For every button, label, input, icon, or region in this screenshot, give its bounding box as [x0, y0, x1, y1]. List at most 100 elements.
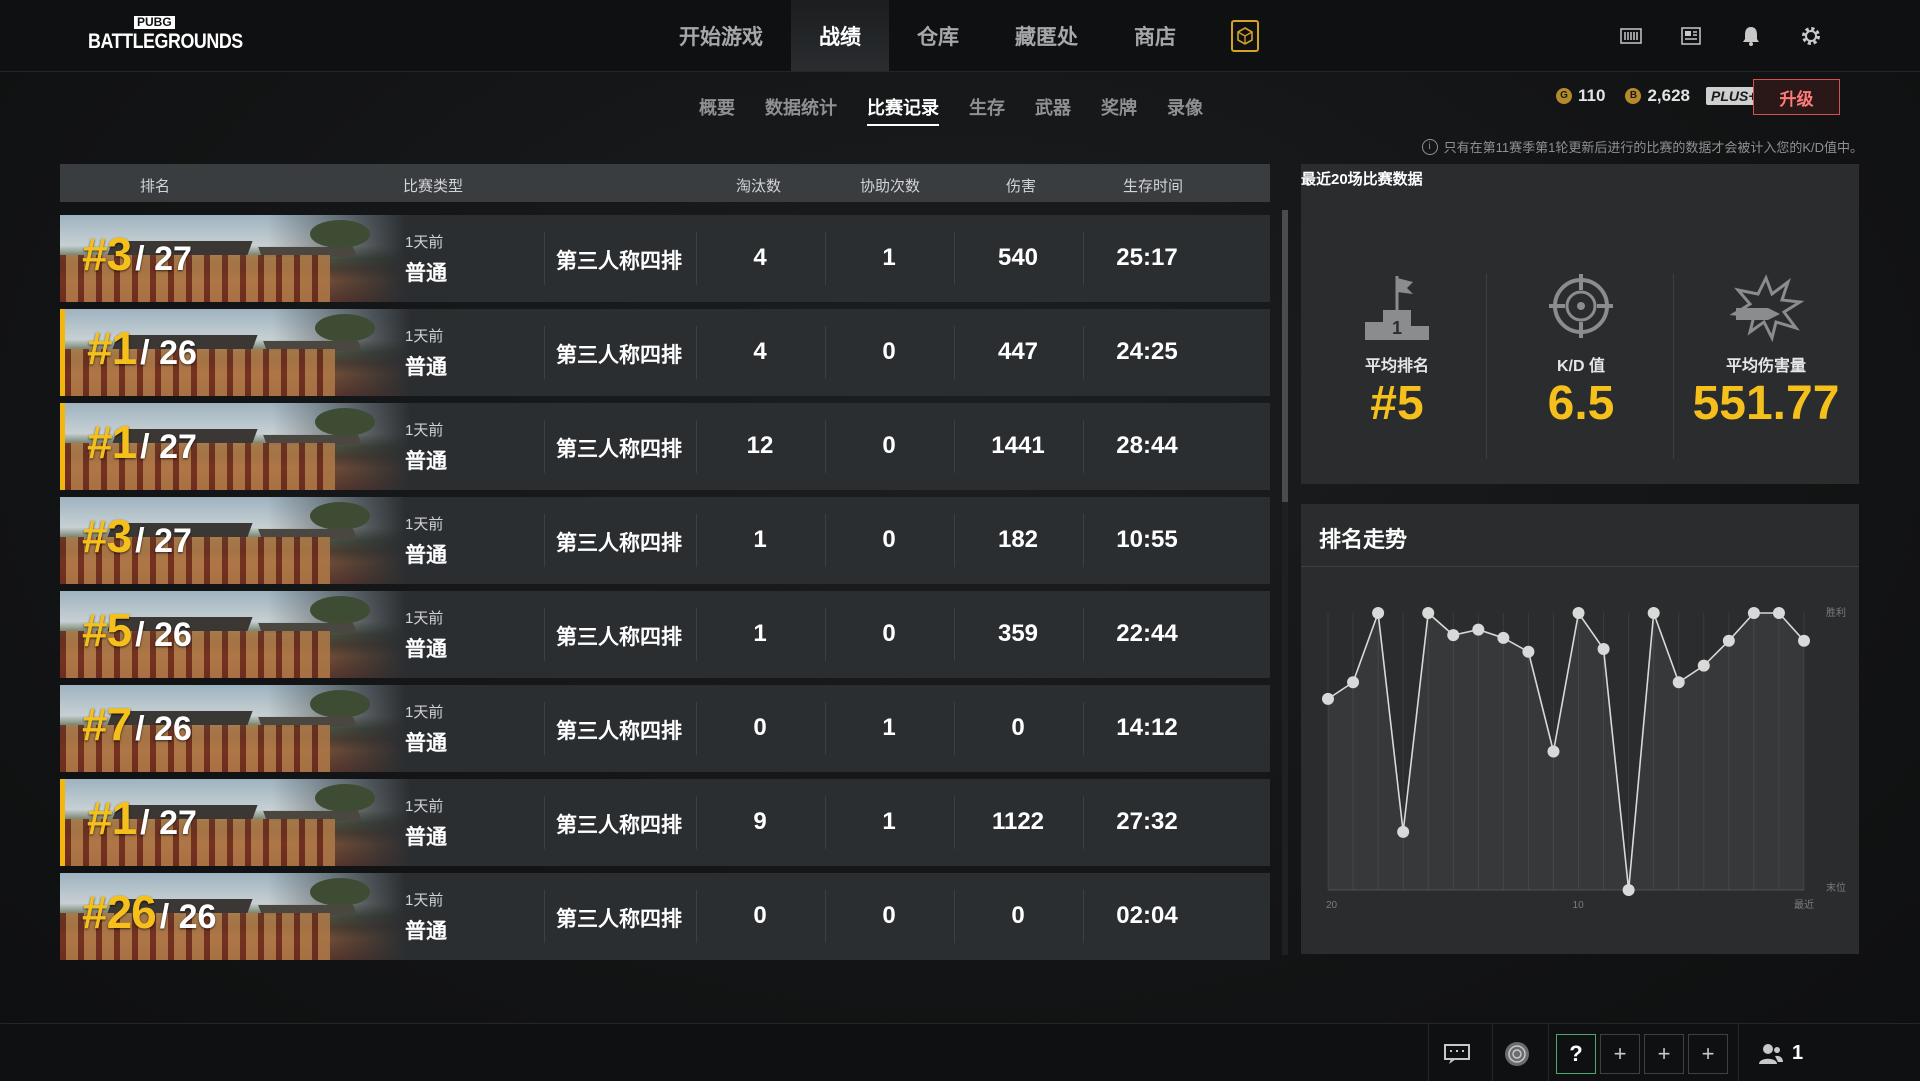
assists-value: 1 [882, 714, 896, 741]
cell-divider [1083, 608, 1084, 661]
match-row[interactable]: #3/ 27 1天前 普通 第三人称四排 4 1 540 25:17 [60, 215, 1270, 302]
match-row[interactable]: #3/ 27 1天前 普通 第三人称四排 1 0 182 10:55 [60, 497, 1270, 584]
crate-icon[interactable] [1231, 20, 1259, 52]
trend-point [1547, 745, 1560, 758]
trend-point [1597, 643, 1610, 656]
tab-career[interactable]: 战绩 [791, 0, 889, 71]
tab-stash[interactable]: 藏匿处 [987, 0, 1106, 71]
survival-value: 27:32 [1116, 808, 1178, 835]
rank-value: #1 [87, 416, 137, 468]
cell-divider [825, 420, 826, 473]
trend-point [1397, 825, 1410, 838]
help-button[interactable]: ? [1556, 1034, 1596, 1074]
match-list: #3/ 27 1天前 普通 第三人称四排 4 1 540 25:17 #1/ 26 1天前 普通 第三… [60, 215, 1270, 967]
match-type: 第三人称四排 [556, 438, 682, 461]
match-row[interactable]: #1/ 27 1天前 普通 第三人称四排 9 1 1122 27:32 [60, 779, 1270, 866]
cell-divider [696, 890, 697, 943]
bottom-divider [1738, 1024, 1739, 1081]
damage-value: 0 [1011, 714, 1025, 741]
survival-value: 28:44 [1116, 432, 1178, 459]
radar-icon[interactable] [1497, 1034, 1537, 1074]
match-row[interactable]: #1/ 27 1天前 普通 第三人称四排 12 0 1441 28:44 [60, 403, 1270, 490]
subtab-match-history[interactable]: 比赛记录 [852, 94, 954, 126]
survival-value: 10:55 [1116, 526, 1178, 553]
add-slot-button[interactable]: + [1688, 1034, 1728, 1074]
tab-inventory[interactable]: 仓库 [889, 0, 987, 71]
cell-divider [696, 514, 697, 567]
kills-value: 0 [753, 714, 767, 741]
cell-divider [696, 232, 697, 285]
match-mode: 普通 [405, 450, 447, 473]
subtab-statistics[interactable]: 数据统计 [750, 94, 852, 120]
match-row[interactable]: #5/ 26 1天前 普通 第三人称四排 1 0 359 22:44 [60, 591, 1270, 678]
map-thumbnail: #1/ 27 [65, 403, 410, 490]
assists-value: 0 [882, 526, 896, 553]
bullet-impact-icon [1726, 272, 1806, 343]
subtab-replays[interactable]: 录像 [1152, 94, 1218, 120]
assists-value: 0 [882, 902, 896, 929]
map-thumbnail: #3/ 27 [60, 497, 405, 584]
trend-point [1472, 623, 1485, 636]
match-rank: #5/ 26 [82, 603, 192, 657]
chat-icon[interactable] [1437, 1034, 1477, 1074]
gear-icon[interactable] [1799, 24, 1823, 48]
cell-divider [696, 420, 697, 473]
party-members[interactable]: 1 [1758, 1042, 1803, 1065]
x-tick-label: 20 [1326, 900, 1338, 911]
damage-value: 447 [997, 338, 1039, 365]
kd-stat: K/D 值 6.5 [1491, 272, 1671, 431]
cell-divider [1083, 232, 1084, 285]
cell-divider [954, 232, 955, 285]
match-row[interactable]: #26/ 26 1天前 普通 第三人称四排 0 0 0 02:04 [60, 873, 1270, 960]
match-rank: #7/ 26 [82, 697, 192, 751]
recent-stats-panel: 最近20场比赛数据 1 平均排名 #5 K/D 值 6.5 平均伤害量 551.… [1301, 164, 1859, 484]
bottom-divider [1428, 1024, 1429, 1081]
match-type: 第三人称四排 [556, 532, 682, 555]
subtab-medals[interactable]: 奖牌 [1086, 94, 1152, 120]
rank-trend-title: 排名走势 [1319, 527, 1408, 552]
tab-store[interactable]: 商店 [1106, 0, 1204, 71]
trend-point [1772, 607, 1785, 619]
scrollbar-thumb[interactable] [1282, 210, 1288, 502]
match-type: 第三人称四排 [556, 720, 682, 743]
y-tick-label: 末位 [1826, 881, 1846, 894]
bottom-divider [1548, 1024, 1549, 1081]
stat-divider [1673, 274, 1674, 459]
rank-total: / 26 [159, 898, 217, 936]
cell-divider [954, 702, 955, 755]
add-slot-button[interactable]: + [1600, 1034, 1640, 1074]
tab-play[interactable]: 开始游戏 [651, 0, 791, 71]
cell-divider [825, 514, 826, 567]
upgrade-button[interactable]: 升级 [1753, 79, 1840, 115]
bell-icon[interactable] [1739, 24, 1763, 48]
cell-divider [825, 890, 826, 943]
news-icon[interactable] [1679, 24, 1703, 48]
kills-value: 4 [753, 244, 767, 271]
cell-divider [1083, 890, 1084, 943]
rank-value: #3 [82, 510, 132, 562]
barcode-icon[interactable] [1619, 24, 1643, 48]
match-time: 1天前 [405, 328, 444, 345]
survival-value: 14:12 [1116, 714, 1178, 741]
match-rank: #3/ 27 [82, 509, 192, 563]
assists-value: 0 [882, 432, 896, 459]
cell-divider [696, 608, 697, 661]
match-row[interactable]: #1/ 26 1天前 普通 第三人称四排 4 0 447 24:25 [60, 309, 1270, 396]
header-survival: 生存时间 [1123, 178, 1184, 195]
match-rank: #26/ 26 [82, 885, 216, 939]
subtab-weapons[interactable]: 武器 [1020, 94, 1086, 120]
match-mode: 普通 [405, 544, 447, 567]
subtab-survival[interactable]: 生存 [954, 94, 1020, 120]
match-time: 1天前 [405, 234, 444, 251]
match-type: 第三人称四排 [556, 626, 682, 649]
add-slot-button[interactable]: + [1644, 1034, 1684, 1074]
match-row[interactable]: #7/ 26 1天前 普通 第三人称四排 0 1 0 14:12 [60, 685, 1270, 772]
kd-label: K/D 值 [1556, 358, 1605, 375]
match-mode: 普通 [405, 262, 447, 285]
trend-point [1647, 607, 1660, 619]
match-time: 1天前 [405, 798, 444, 815]
rank-trend-panel: 排名走势 20 10 最近 胜利 末位 [1301, 504, 1859, 954]
subtab-overview[interactable]: 概要 [684, 94, 750, 120]
x-tick-label: 10 [1573, 900, 1585, 911]
trend-point [1347, 676, 1360, 689]
